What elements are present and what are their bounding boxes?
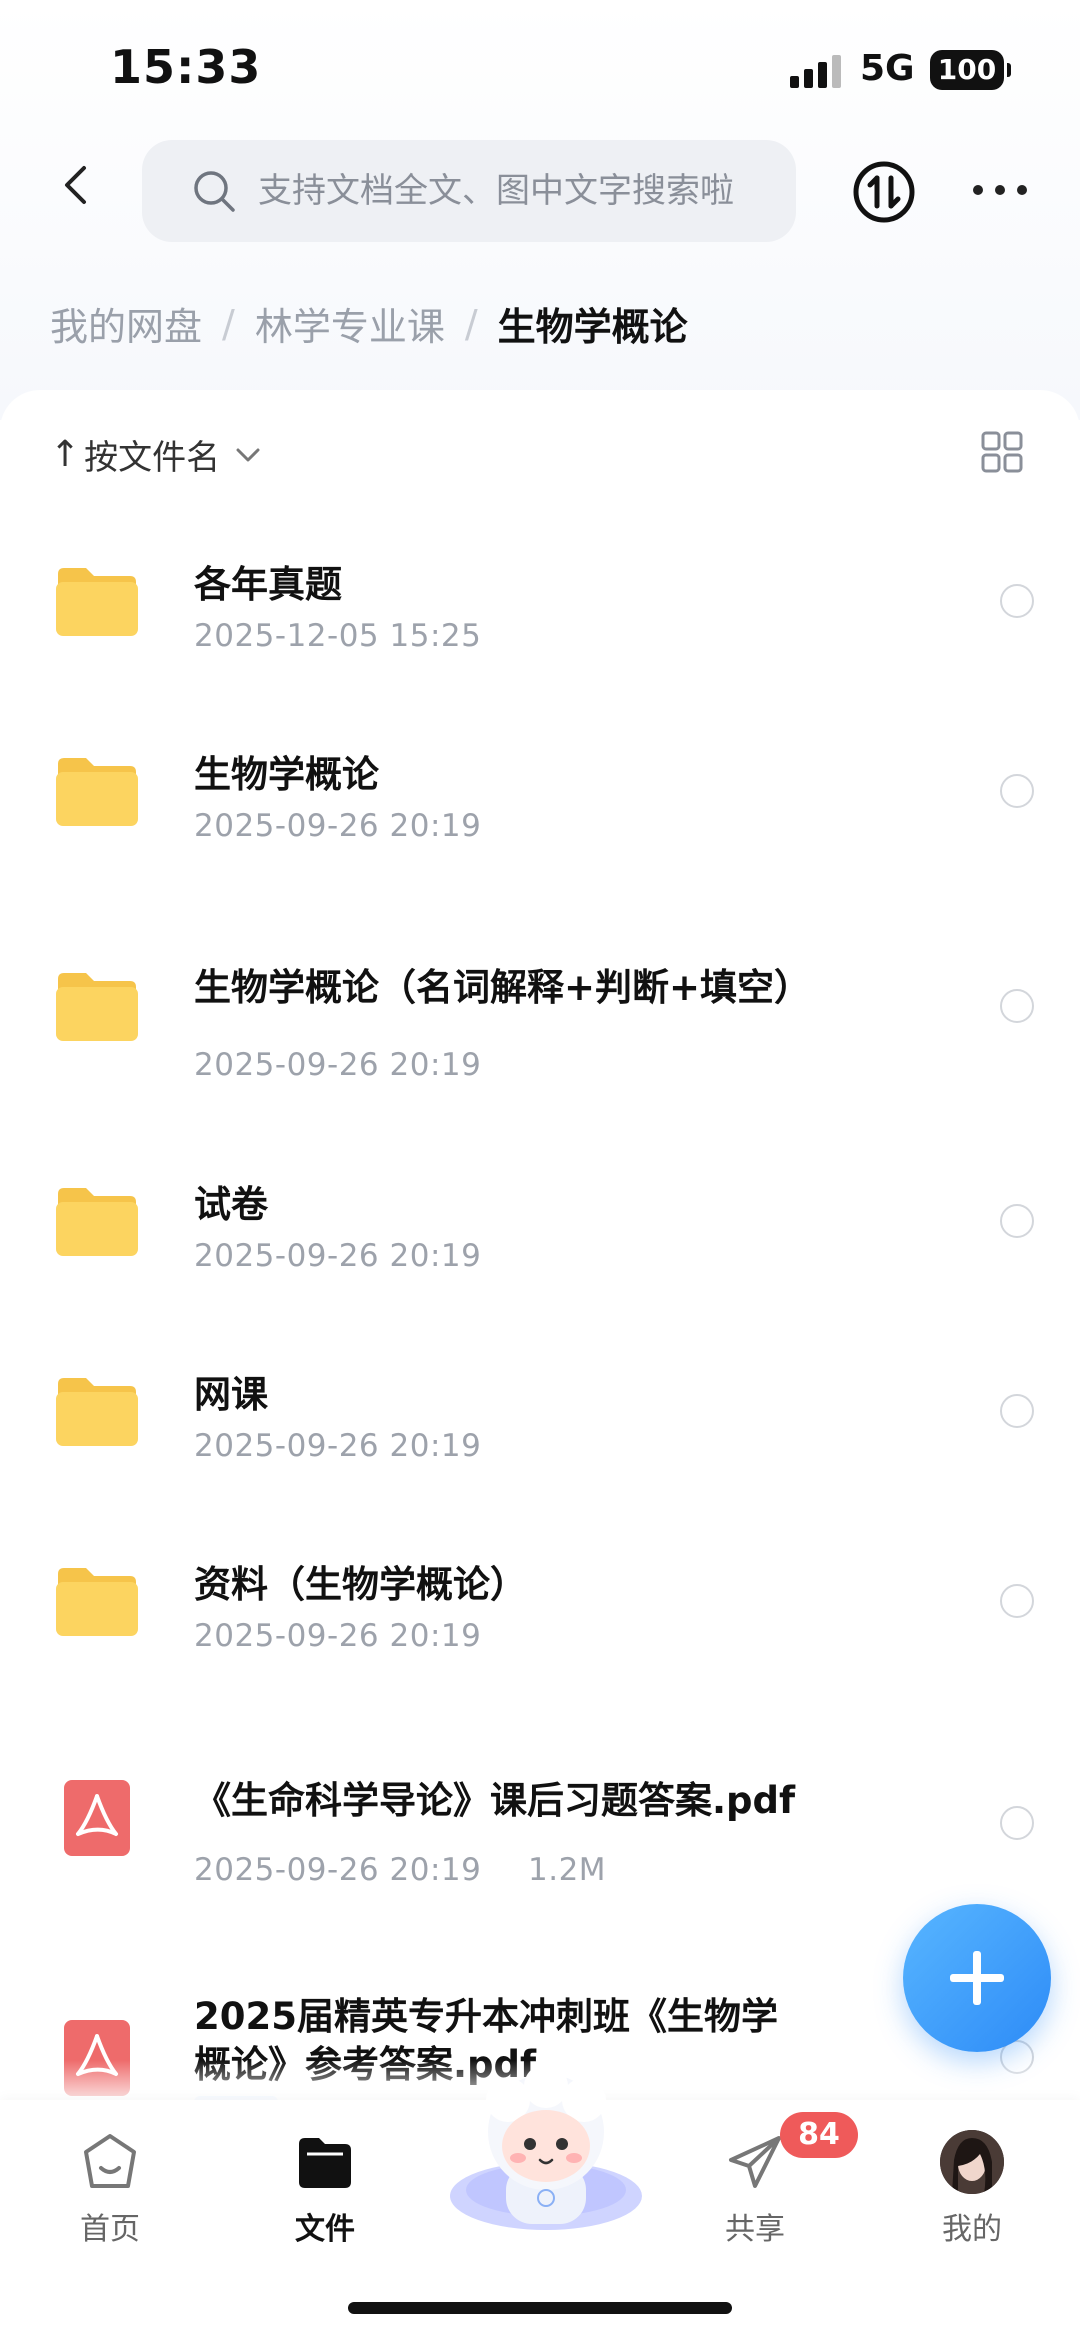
- list-item[interactable]: 各年真题 2025-12-05 15:25: [0, 540, 1080, 680]
- file-date: 2025-09-26 20:19: [194, 808, 482, 844]
- file-date: 2025-09-26 20:19: [194, 1428, 482, 1464]
- breadcrumb-separator: /: [222, 301, 235, 346]
- signal-icon: [790, 54, 844, 88]
- breadcrumb-current: 生物学概论: [497, 305, 688, 349]
- network-type: 5G: [860, 48, 915, 89]
- select-checkbox[interactable]: [1000, 1394, 1034, 1428]
- battery-icon: 100: [930, 50, 1011, 90]
- tab-me[interactable]: 我的: [912, 2130, 1032, 2248]
- search-bar[interactable]: [142, 140, 796, 242]
- file-date: 2025-09-26 20:19: [194, 1238, 482, 1274]
- select-checkbox[interactable]: [1000, 1204, 1034, 1238]
- status-time: 15:33: [110, 40, 262, 94]
- breadcrumb-item-parent[interactable]: 林学专业课: [255, 296, 445, 351]
- search-icon: [194, 171, 235, 212]
- file-date: 2025-09-26 20:19: [194, 1618, 482, 1654]
- back-icon[interactable]: [52, 160, 102, 210]
- breadcrumb-separator: /: [464, 301, 478, 346]
- tab-me-label: 我的: [942, 2212, 1002, 2247]
- file-date: 2025-09-26 20:19: [194, 1852, 482, 1888]
- sort-button[interactable]: ↑ 按文件名: [50, 430, 262, 479]
- file-name: 网课: [194, 1373, 268, 1416]
- tab-files-label: 文件: [295, 2212, 355, 2247]
- pdf-icon: [64, 1780, 130, 1856]
- select-checkbox[interactable]: [1000, 1806, 1034, 1840]
- file-name: 试卷: [194, 1183, 268, 1226]
- select-checkbox[interactable]: [1000, 774, 1034, 808]
- list-item[interactable]: 生物学概论（名词解释+判断+填空） 2025-09-26 20:19: [0, 945, 1080, 1095]
- select-checkbox[interactable]: [1000, 989, 1034, 1023]
- transfer-icon[interactable]: [852, 160, 916, 224]
- more-icon[interactable]: [970, 168, 1030, 212]
- folder-icon: [56, 1378, 138, 1446]
- folder-icon: [56, 973, 138, 1041]
- list-item[interactable]: 网课 2025-09-26 20:19: [0, 1350, 1080, 1490]
- folder-icon: [56, 758, 138, 826]
- avatar: [940, 2130, 1004, 2194]
- grid-view-icon[interactable]: [980, 430, 1024, 474]
- sort-label: 按文件名: [84, 438, 221, 478]
- file-name-line1: 2025届精英专升本冲刺班《生物学: [194, 1995, 778, 2038]
- sort-direction-icon: ↑: [50, 434, 81, 475]
- breadcrumb-item-root[interactable]: 我的网盘: [50, 296, 202, 351]
- add-button[interactable]: [903, 1904, 1051, 2052]
- home-indicator: [348, 2302, 732, 2314]
- select-checkbox[interactable]: [1000, 584, 1034, 618]
- breadcrumb: 我的网盘 / 林学专业课 / 生物学概论: [50, 296, 688, 351]
- list-item[interactable]: 资料（生物学概论） 2025-09-26 20:19: [0, 1540, 1080, 1680]
- file-size: 1.2M: [528, 1852, 607, 1888]
- home-icon: [84, 2134, 136, 2188]
- paper-plane-icon: [729, 2136, 781, 2188]
- tab-home-label: 首页: [80, 2212, 140, 2247]
- mascot-icon[interactable]: [446, 2070, 646, 2230]
- file-date: 2025-12-05 15:25: [194, 618, 482, 654]
- list-item[interactable]: 生物学概论 2025-09-26 20:19: [0, 730, 1080, 870]
- file-name: 资料（生物学概论）: [194, 1563, 527, 1606]
- folder-icon: [56, 1188, 138, 1256]
- file-name: 《生命科学导论》课后习题答案.pdf: [194, 1779, 796, 1822]
- folder-icon: [56, 568, 138, 636]
- folder-icon: [56, 1568, 138, 1636]
- list-item[interactable]: 试卷 2025-09-26 20:19: [0, 1160, 1080, 1300]
- file-name: 生物学概论（名词解释+判断+填空）: [194, 966, 812, 1009]
- folder-tab-icon: [299, 2138, 351, 2188]
- file-name: 各年真题: [194, 563, 342, 606]
- list-item[interactable]: 《生命科学导论》课后习题答案.pdf 2025-09-26 20:19 1.2M: [0, 1760, 1080, 1910]
- tab-share-label: 共享: [725, 2212, 785, 2247]
- file-date: 2025-09-26 20:19: [194, 1047, 482, 1083]
- file-name: 生物学概论: [194, 753, 379, 796]
- select-checkbox[interactable]: [1000, 1584, 1034, 1618]
- chevron-down-icon: [236, 448, 260, 461]
- share-badge: 84: [780, 2112, 858, 2158]
- tab-home[interactable]: 首页: [50, 2130, 170, 2248]
- tab-files[interactable]: 文件: [265, 2130, 385, 2248]
- search-input[interactable]: [256, 170, 780, 212]
